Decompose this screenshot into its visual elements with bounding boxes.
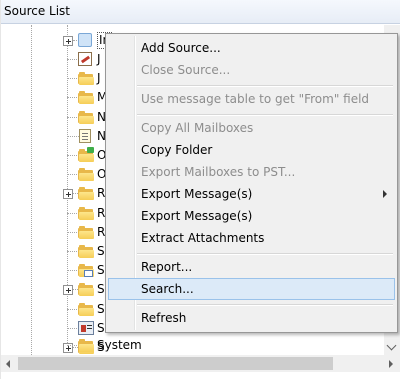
tree-node-label: S: [97, 302, 105, 316]
tree-node-system[interactable]: System: [67, 337, 187, 354]
menu-separator: [137, 253, 393, 255]
menu-item-export-messages[interactable]: Export Message(s): [108, 205, 395, 227]
context-menu: Add Source... Close Source... Use messag…: [105, 33, 398, 333]
menu-item-label: Export Message(s): [141, 209, 253, 223]
folder-icon: [78, 303, 94, 316]
folder-icon: [78, 245, 94, 258]
menu-item-export-messages-submenu[interactable]: Export Message(s): [108, 183, 395, 205]
horizontal-scrollbar[interactable]: [1, 355, 400, 372]
folder-icon: [78, 187, 94, 200]
menu-item-label: Extract Attachments: [141, 231, 265, 245]
expand-icon[interactable]: [63, 285, 73, 295]
scroll-right-icon[interactable]: [389, 360, 393, 368]
menu-item-label: Report...: [141, 260, 193, 274]
journal-icon: [78, 52, 92, 66]
menu-separator: [137, 304, 393, 306]
tree-guide-line: [31, 25, 32, 355]
menu-separator: [137, 85, 393, 87]
outbox-icon: [78, 147, 94, 162]
tree-node-label: S: [97, 282, 105, 296]
chevron-down-icon: [386, 340, 397, 351]
tree-node-label: S: [97, 263, 105, 277]
sent-items-icon: [78, 264, 94, 277]
folder-icon: [78, 226, 94, 239]
folder-icon: [78, 111, 94, 124]
menu-item-label: Export Mailboxes to PST...: [141, 165, 296, 179]
folder-icon: [78, 168, 94, 181]
menu-item-label: Search...: [141, 282, 194, 296]
notes-icon: [79, 129, 91, 143]
folder-icon: [78, 339, 94, 352]
menu-item-add-source[interactable]: Add Source...: [108, 37, 395, 59]
menu-item-export-mailboxes-pst[interactable]: Export Mailboxes to PST...: [108, 161, 395, 183]
menu-item-report[interactable]: Report...: [108, 256, 395, 278]
menu-item-label: Refresh: [141, 311, 187, 325]
source-list-panel: Source List In J J M: [0, 0, 400, 379]
panel-title: Source List: [1, 0, 400, 24]
menu-item-label: Export Message(s): [141, 187, 253, 201]
tree-node-label: S: [97, 244, 105, 258]
menu-item-extract-attachments[interactable]: Extract Attachments: [108, 227, 395, 249]
menu-separator: [137, 114, 393, 116]
scroll-left-icon[interactable]: [6, 360, 10, 368]
tree-node-label: System: [97, 338, 142, 352]
menu-item-label: Copy All Mailboxes: [141, 121, 254, 135]
submenu-arrow-icon: [383, 190, 387, 198]
menu-item-label: Copy Folder: [141, 143, 213, 157]
inbox-folder-icon: [78, 33, 92, 47]
menu-item-refresh[interactable]: Refresh: [108, 307, 395, 329]
scroll-down-button[interactable]: [384, 338, 400, 355]
menu-item-use-message-table[interactable]: Use message table to get "From" field: [108, 88, 395, 110]
horizontal-scroll-thumb[interactable]: [18, 357, 333, 370]
status-strip: [1, 372, 400, 379]
menu-item-copy-folder[interactable]: Copy Folder: [108, 139, 395, 161]
folder-icon: [78, 91, 94, 104]
folder-icon: [78, 283, 94, 296]
menu-item-copy-all-mailboxes[interactable]: Copy All Mailboxes: [108, 117, 395, 139]
menu-item-label: Close Source...: [141, 63, 231, 77]
menu-item-label: Use message table to get "From" field: [141, 92, 370, 106]
menu-item-label: Add Source...: [141, 41, 221, 55]
menu-item-close-source[interactable]: Close Source...: [108, 59, 395, 81]
tree-node-label: J: [97, 52, 101, 66]
expand-icon[interactable]: [63, 36, 73, 46]
menu-item-search[interactable]: Search...: [108, 278, 395, 300]
expand-icon[interactable]: [63, 189, 73, 199]
folder-icon: [78, 207, 94, 220]
tree-node-label: J: [97, 71, 101, 85]
folder-icon: [78, 72, 94, 85]
